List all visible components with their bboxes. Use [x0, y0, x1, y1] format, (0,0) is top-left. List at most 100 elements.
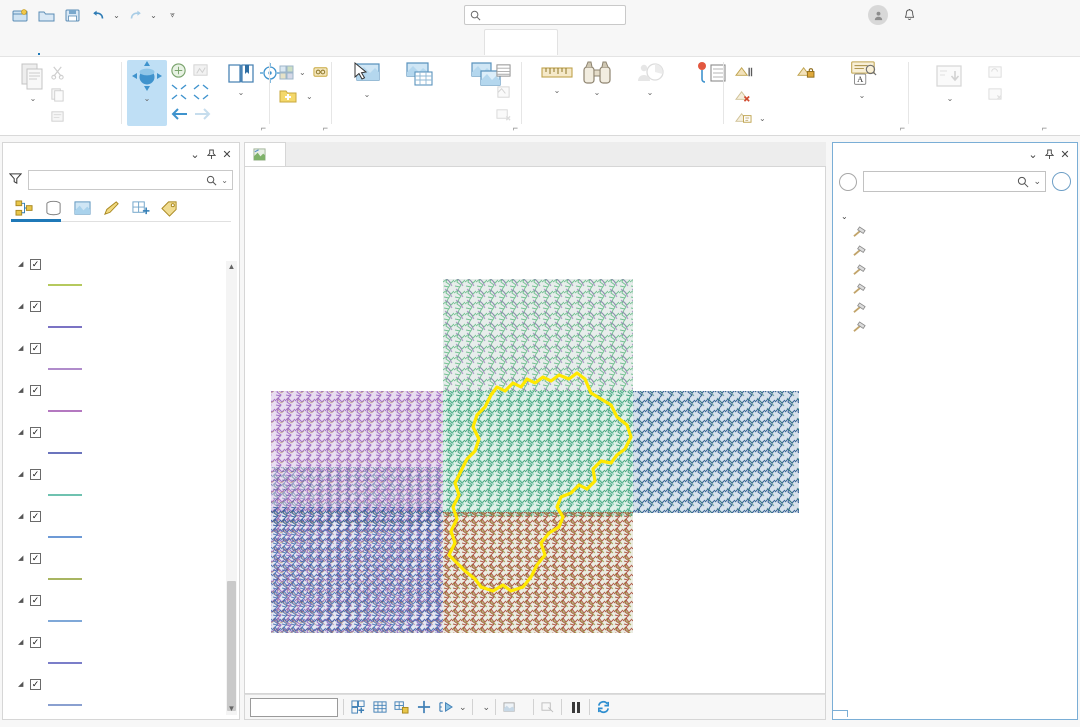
clear-selection-button[interactable] [495, 105, 512, 123]
list-item[interactable]: ◢ ✓ [4, 505, 224, 527]
help-icon[interactable] [922, 4, 948, 26]
layer-visibility-checkbox[interactable]: ✓ [30, 468, 41, 480]
add-data-caret-icon[interactable]: ⌄ [306, 92, 313, 101]
expand-arrow-icon[interactable]: ◢ [18, 680, 26, 688]
scroll-down-arrow-icon[interactable]: ▼ [226, 703, 237, 715]
list-by-editing-icon[interactable] [98, 196, 124, 220]
expand-arrow-icon[interactable]: ◢ [18, 386, 26, 394]
ribbon-tab-help[interactable] [208, 32, 234, 56]
layer-symbol-swatch[interactable] [4, 569, 224, 589]
geoprocessing-pane-pin-icon[interactable] [1041, 146, 1057, 164]
selection-dialog-launcher-icon[interactable]: ⌐ [513, 123, 518, 133]
layer-visibility-checkbox[interactable]: ✓ [30, 636, 41, 648]
select-caret-icon[interactable]: ⌄ [364, 91, 371, 99]
add-data-button[interactable]: ⌄ [278, 87, 313, 105]
customize-qat-icon[interactable]: ⩔ [168, 10, 177, 20]
clear-selection-status-icon[interactable] [539, 698, 556, 716]
redo-icon[interactable] [123, 4, 147, 26]
open-project-icon[interactable] [34, 4, 58, 26]
copy-path-button[interactable] [50, 107, 68, 125]
undo-dropdown-caret-icon[interactable]: ⌄ [112, 11, 121, 20]
maximize-button[interactable] [992, 0, 1036, 30]
list-by-labeling-icon[interactable] [156, 196, 182, 220]
expand-arrow-icon[interactable]: ◢ [18, 512, 26, 520]
expand-arrow-icon[interactable]: ◢ [18, 344, 26, 352]
layer-symbol-swatch[interactable] [4, 443, 224, 463]
expand-arrow-icon[interactable]: ◢ [18, 470, 26, 478]
cut-button[interactable] [50, 63, 68, 81]
expand-arrow-icon[interactable]: ◢ [18, 260, 26, 268]
remove-offline-button[interactable] [987, 85, 1004, 103]
ribbon-tab-share[interactable] [182, 32, 208, 56]
list-by-selection-icon[interactable] [69, 196, 95, 220]
measure-icon[interactable] [437, 698, 454, 716]
tool-search-input[interactable]: ⌄ [863, 171, 1046, 192]
label-placement-caret-icon[interactable]: ⌄ [759, 114, 766, 123]
ribbon-tab-insert[interactable] [52, 32, 78, 56]
layer-symbol-swatch[interactable] [4, 653, 224, 673]
list-item[interactable]: ◢ ✓ [4, 547, 224, 569]
sync-offline-button[interactable] [987, 63, 1004, 81]
measure-caret-icon[interactable]: ⌄ [554, 87, 561, 95]
contents-scrollbar[interactable]: ▲ ▼ [226, 261, 237, 715]
close-button[interactable] [1036, 0, 1080, 30]
navigate-dialog-launcher-icon[interactable]: ⌐ [261, 123, 266, 133]
list-item[interactable]: ◢ ✓ [4, 295, 224, 317]
layer-symbol-swatch[interactable] [4, 695, 224, 715]
minimize-button[interactable] [948, 0, 992, 30]
download-map-caret-icon[interactable]: ⌄ [947, 95, 954, 103]
map-scale-input[interactable] [250, 697, 338, 717]
convert-labels-button[interactable]: A ⌄ [834, 60, 890, 100]
layer-symbol-swatch[interactable] [4, 317, 224, 337]
expand-arrow-icon[interactable]: ◢ [18, 302, 26, 310]
next-extent-button[interactable] [192, 105, 212, 123]
coordinates-caret-icon[interactable]: ⌄ [483, 702, 491, 713]
basemap-caret-icon[interactable]: ⌄ [299, 68, 306, 77]
convert-labels-caret-icon[interactable]: ⌄ [859, 92, 866, 100]
dock-tab-symbology[interactable] [862, 710, 876, 716]
tool-search-caret-icon[interactable]: ⌄ [1033, 176, 1041, 187]
layer-list[interactable]: ◢ ✓ ◢ ✓ ◢ ✓ ◢ ✓ ◢ ✓ ◢ ✓ ◢ ✓ ◢ ✓ ◢ ✓ ◢ ✓ … [4, 253, 238, 718]
layer-visibility-checkbox[interactable]: ✓ [30, 552, 41, 564]
project-favorites-node[interactable]: ⌄ [841, 210, 1077, 223]
geoprocessing-pane-menu-icon[interactable]: ⌄ [1025, 146, 1041, 164]
layer-symbol-swatch[interactable] [4, 359, 224, 379]
explore-button[interactable]: ⌄ [122, 59, 172, 103]
dock-tab-geoprocessing[interactable] [832, 709, 848, 717]
expand-arrow-icon[interactable]: ◢ [18, 428, 26, 436]
previous-extent-thumbnail-button[interactable] [192, 61, 209, 79]
list-item[interactable] [841, 261, 1077, 280]
expand-arrow-icon[interactable]: ◢ [18, 638, 26, 646]
contents-search-caret-icon[interactable]: ⌄ [221, 176, 228, 185]
ribbon-tab-view[interactable] [104, 32, 130, 56]
offline-dialog-launcher-icon[interactable]: ⌐ [1042, 123, 1047, 133]
ribbon-tab-project[interactable] [0, 32, 26, 56]
list-by-drawing-order-icon[interactable] [11, 196, 37, 220]
ribbon-tab-imagery[interactable] [156, 32, 182, 56]
layer-visibility-checkbox[interactable]: ✓ [30, 510, 41, 522]
labeling-dialog-launcher-icon[interactable]: ⌐ [900, 123, 905, 133]
layer-visibility-checkbox[interactable]: ✓ [30, 594, 41, 606]
layer-symbol-swatch[interactable] [4, 401, 224, 421]
bookmarks-caret-icon[interactable]: ⌄ [238, 89, 245, 97]
locate-caret-icon[interactable]: ⌄ [594, 89, 601, 97]
layer-visibility-checkbox[interactable]: ✓ [30, 342, 41, 354]
refresh-icon[interactable] [595, 698, 612, 716]
layer-symbol-swatch[interactable] [4, 611, 224, 631]
list-item[interactable]: ◢ ✓ [4, 379, 224, 401]
select-button[interactable]: ⌄ [340, 61, 394, 99]
list-item[interactable]: ◢ ✓ [4, 589, 224, 611]
pause-drawing-icon[interactable] [567, 698, 584, 716]
dock-tab-catalog[interactable] [848, 710, 862, 716]
infographics-button[interactable]: ⌄ [610, 61, 690, 97]
list-item[interactable]: ◢ ✓ [4, 421, 224, 443]
expand-arrow-icon[interactable]: ◢ [18, 554, 26, 562]
add-data-icon[interactable] [349, 698, 366, 716]
crosshair-icon[interactable] [415, 698, 432, 716]
list-item[interactable] [841, 280, 1077, 299]
grid-icon[interactable] [371, 698, 388, 716]
lock-labels-button[interactable] [796, 63, 818, 81]
layer-symbol-swatch[interactable] [4, 275, 224, 295]
contents-search-input[interactable]: ⌄ [28, 170, 233, 190]
ribbon-tab-edit[interactable] [130, 32, 156, 56]
